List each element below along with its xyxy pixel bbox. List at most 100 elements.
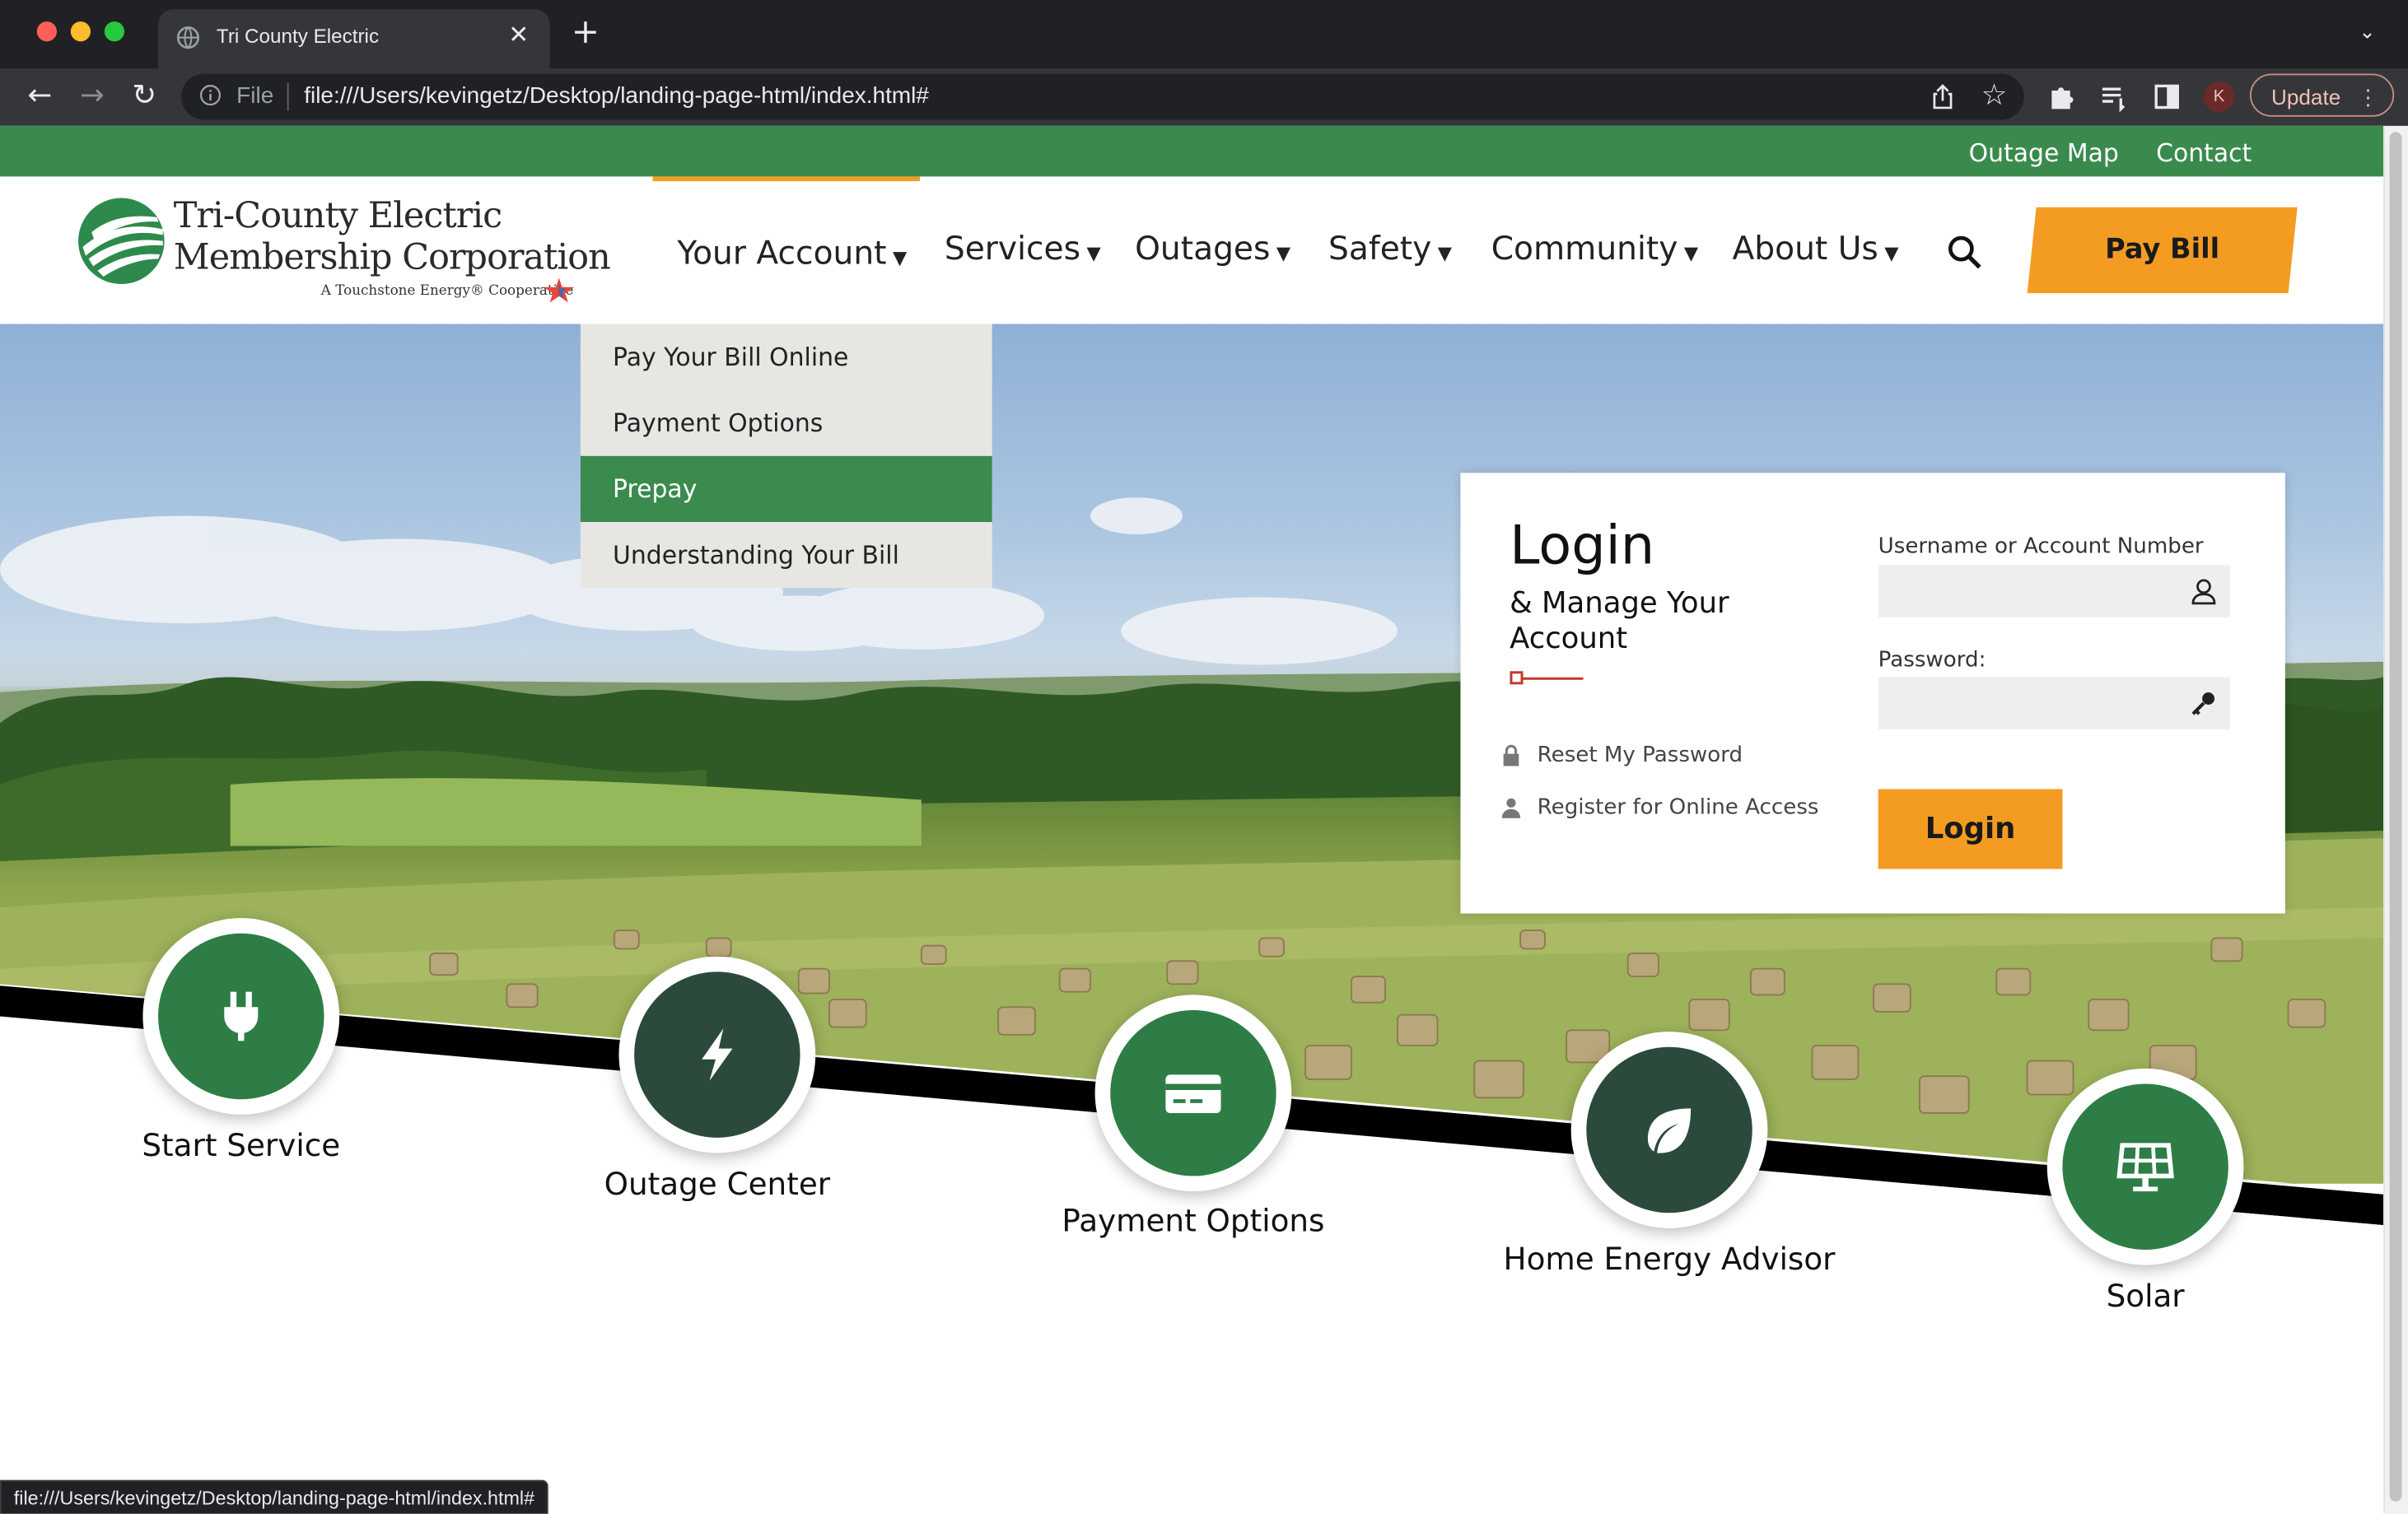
zoom-window-button[interactable]	[104, 21, 125, 42]
page-viewport: Outage Map Contact Tri-County Electric M…	[0, 125, 2384, 1514]
browser-tab-strip: Tri County Electric ✕ + ⌄	[0, 0, 2408, 69]
password-input[interactable]	[1878, 677, 2230, 729]
login-title: Login	[1510, 515, 1655, 578]
username-label: Username or Account Number	[1878, 533, 2204, 559]
outage-center-circle[interactable]	[618, 956, 816, 1153]
caret-down-icon: ▼	[893, 247, 908, 269]
browser-toolbar: ← → ↻ File file:///Users/kevingetz/Deskt…	[0, 68, 2408, 126]
nav-label: Safety	[1328, 230, 1432, 268]
solar-circle[interactable]	[2046, 1068, 2244, 1265]
nav-label: About Us	[1732, 230, 1878, 268]
side-panel-icon[interactable]	[2152, 82, 2182, 112]
home-energy-advisor-badge	[1586, 1046, 1752, 1214]
update-button[interactable]: Update ⋮	[2249, 73, 2395, 118]
close-tab-icon[interactable]: ✕	[508, 20, 529, 49]
extensions-puzzle-icon[interactable]	[2047, 82, 2078, 112]
dropdown-item-prepay[interactable]: Prepay	[580, 455, 992, 523]
new-tab-icon[interactable]: +	[572, 16, 600, 51]
login-button[interactable]: Login	[1878, 789, 2063, 869]
reading-list-icon[interactable]	[2099, 82, 2130, 113]
bookmark-star-icon[interactable]: ☆	[1981, 78, 2012, 112]
start-service-circle[interactable]	[142, 918, 340, 1115]
home-energy-advisor-label[interactable]: Home Energy Advisor	[1470, 1241, 1869, 1278]
outage-map-link[interactable]: Outage Map	[1969, 138, 2119, 167]
lightning-icon	[702, 1028, 733, 1081]
globe-icon	[176, 26, 199, 49]
nav-label: Outages	[1135, 230, 1271, 268]
caret-down-icon: ▼	[1683, 242, 1699, 264]
tab-search-chevron-icon[interactable]: ⌄	[2359, 21, 2375, 44]
login-card: Login & Manage Your Account Reset My Pas…	[1460, 473, 2285, 914]
logo-fields-icon[interactable]	[77, 197, 166, 286]
nav-your-account[interactable]: Your Account ▼	[677, 235, 907, 272]
outage-center-label[interactable]: Outage Center	[517, 1165, 917, 1202]
logo-title-line2: Membership Corporation	[173, 238, 611, 278]
solar-panel-icon	[2116, 1143, 2174, 1192]
nav-community[interactable]: Community ▼	[1491, 231, 1698, 268]
payment-options-label[interactable]: Payment Options	[994, 1202, 1393, 1239]
url-separator	[287, 82, 289, 111]
tab-title: Tri County Electric	[216, 24, 380, 48]
caret-down-icon: ▼	[1437, 242, 1453, 264]
username-input[interactable]	[1878, 565, 2230, 617]
url-text[interactable]: file:///Users/kevingetz/Desktop/landing-…	[304, 83, 929, 109]
nav-active-indicator	[652, 176, 921, 182]
credit-card-icon	[1165, 1074, 1221, 1113]
solar-label[interactable]: Solar	[1946, 1278, 2345, 1315]
update-label: Update	[2271, 84, 2341, 109]
register-online-access-link[interactable]: Register for Online Access	[1538, 795, 1819, 820]
lock-icon	[1503, 744, 1519, 766]
scrollbar-thumb[interactable]	[2389, 132, 2402, 1502]
caret-down-icon: ▼	[1884, 242, 1899, 264]
back-arrow-icon[interactable]: ←	[21, 78, 58, 112]
logo-title-line1: Tri-County Electric	[173, 196, 502, 237]
url-scheme-label: File	[236, 82, 274, 109]
dropdown-item-understanding-your-bill[interactable]: Understanding Your Bill	[581, 522, 992, 588]
caret-down-icon: ▼	[1276, 242, 1291, 264]
nav-label: Community	[1491, 230, 1678, 268]
forward-arrow-icon[interactable]: →	[74, 78, 111, 112]
profile-avatar[interactable]: K	[2203, 81, 2235, 113]
share-icon[interactable]	[1929, 83, 1957, 111]
login-divider-accent	[1510, 671, 1584, 685]
pay-bill-button[interactable]: Pay Bill	[2032, 207, 2293, 293]
touchstone-star-icon	[544, 277, 575, 303]
payment-options-circle[interactable]	[1094, 995, 1292, 1192]
close-window-button[interactable]	[36, 21, 57, 42]
address-bar[interactable]: File file:///Users/kevingetz/Desktop/lan…	[181, 73, 2024, 120]
nav-about-us[interactable]: About Us ▼	[1732, 231, 1898, 268]
logo-tagline: A Touchstone Energy® Cooperative	[320, 283, 574, 300]
user-icon	[1501, 798, 1521, 818]
nav-safety[interactable]: Safety ▼	[1328, 231, 1452, 268]
reset-password-link[interactable]: Reset My Password	[1538, 743, 1743, 768]
reload-icon[interactable]: ↻	[126, 78, 163, 112]
payment-options-badge	[1110, 1010, 1276, 1176]
plug-icon	[224, 991, 259, 1041]
key-icon	[2191, 692, 2215, 715]
site-header: Tri-County Electric Membership Corporati…	[0, 176, 2384, 324]
outage-center-badge	[634, 971, 800, 1138]
link-status-bar: file:///Users/kevingetz/Desktop/landing-…	[0, 1479, 548, 1514]
utility-bar: Outage Map Contact	[0, 125, 2384, 177]
nav-outages[interactable]: Outages ▼	[1135, 231, 1290, 268]
info-icon	[199, 85, 222, 106]
contact-link[interactable]: Contact	[2156, 138, 2252, 167]
solar-badge	[2062, 1083, 2228, 1250]
nav-services[interactable]: Services ▼	[945, 231, 1101, 268]
password-label: Password:	[1878, 647, 1986, 673]
home-energy-advisor-circle[interactable]	[1570, 1032, 1768, 1228]
minimize-window-button[interactable]	[70, 21, 91, 42]
browser-tab[interactable]: Tri County Electric ✕	[158, 9, 550, 69]
dropdown-item-payment-options[interactable]: Payment Options	[581, 390, 992, 456]
your-account-dropdown: Pay Your Bill Online Payment Options Pre…	[580, 324, 992, 589]
nav-label: Services	[944, 230, 1081, 268]
page-scrollbar[interactable]	[2383, 125, 2408, 1514]
more-menu-icon[interactable]: ⋮	[2357, 75, 2378, 118]
person-outline-icon	[2191, 579, 2216, 605]
nav-label: Your Account	[677, 235, 887, 273]
search-icon[interactable]	[1946, 233, 1983, 270]
dropdown-item-pay-your-bill-online[interactable]: Pay Your Bill Online	[581, 324, 992, 389]
start-service-label[interactable]: Start Service	[41, 1127, 441, 1164]
caret-down-icon: ▼	[1086, 242, 1101, 264]
leaf-icon	[1647, 1108, 1692, 1153]
